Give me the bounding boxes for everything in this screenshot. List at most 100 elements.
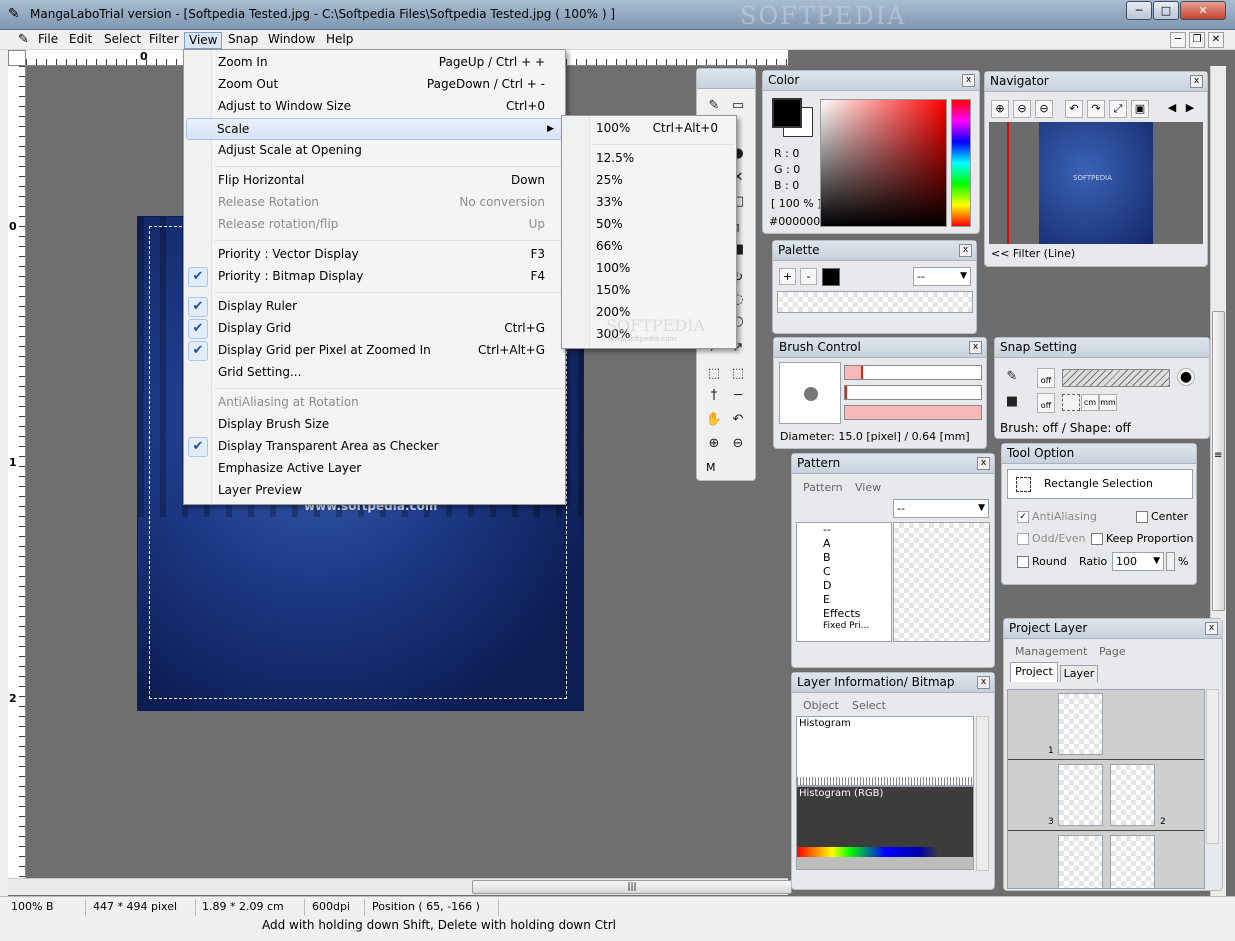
hand-tool-icon[interactable]: ✋ [705,411,723,429]
snap-brush-off-toggle[interactable]: off [1037,368,1055,388]
menu-item-adjust-scale-opening[interactable]: Adjust Scale at Opening [186,140,563,162]
nav-fit-icon[interactable]: ⤢ [1109,100,1127,118]
menu-select[interactable]: Select [100,32,145,49]
menu-item-zoom-out[interactable]: Zoom Out PageDown / Ctrl + - [186,74,563,96]
antialiasing-checkbox[interactable]: ✓ [1017,511,1029,523]
palette-swatch-area[interactable] [777,291,973,313]
nav-zoom-in-icon[interactable]: ⊕ [991,100,1009,118]
snap-mode-buttons[interactable] [1062,369,1170,387]
pattern-tab-view[interactable]: View [855,481,881,494]
layer-info-tab-object[interactable]: Object [803,699,839,712]
menu-item-scale[interactable]: Scale ▶ [186,118,563,140]
dropper-tool-icon[interactable]: † [705,387,723,405]
nav-prev-icon[interactable]: ◀ [1163,100,1181,118]
scale-item-33[interactable]: 33% [564,192,734,214]
menu-view[interactable]: View [184,32,223,49]
menu-item-display-grid-pixel[interactable]: ✔ Display Grid per Pixel at Zoomed In Ctrl… [186,340,563,362]
hue-slider[interactable] [951,99,971,227]
select-tool-icon[interactable]: ⬚ [705,365,723,383]
layer-info-close-icon[interactable]: x [977,676,990,689]
menu-item-zoom-in[interactable]: Zoom In PageUp / Ctrl + + [186,52,563,74]
brush-slider-2[interactable] [844,385,982,400]
scale-item-100[interactable]: 100% [564,258,734,280]
palette-current-swatch[interactable] [822,268,840,286]
menu-item-release-rotation[interactable]: Release Rotation No conversion [186,192,563,214]
nav-zoom-reset-icon[interactable]: ⊖ [1035,100,1053,118]
menu-item-display-brush-size[interactable]: Display Brush Size [186,414,563,436]
mdi-close-button[interactable]: ✕ [1208,32,1224,48]
page-row[interactable] [1008,832,1204,888]
tree-item[interactable]: Effects [823,607,860,620]
color-panel-close-icon[interactable]: x [962,74,975,87]
scale-item-150[interactable]: 150% [564,280,734,302]
close-button[interactable]: ✕ [1180,1,1226,20]
zoom-in-tool-icon[interactable]: ⊕ [705,435,723,453]
nav-preview-icon[interactable]: ▣ [1131,100,1149,118]
pattern-select[interactable]: -- ▼ [893,499,989,518]
center-checkbox[interactable] [1136,511,1148,523]
page-row[interactable]: 1 [1008,690,1204,760]
scale-item-100-default[interactable]: 100% Ctrl+Alt+0 [564,118,734,140]
tree-item[interactable]: B [823,551,831,564]
page-list[interactable]: 1 3 2 [1007,689,1205,889]
scale-item-12-5[interactable]: 12.5% [564,148,734,170]
tab-project[interactable]: Project [1010,662,1058,682]
odd-even-checkbox[interactable] [1017,533,1029,545]
menu-window[interactable]: Window [264,32,319,49]
project-layer-close-icon[interactable]: x [1205,622,1218,635]
menu-help[interactable]: Help [322,32,357,49]
tree-item[interactable]: E [823,593,830,606]
palette-remove-button[interactable]: - [800,268,817,285]
measure-tool-icon[interactable]: ─ [729,387,747,405]
nav-rotate-left-icon[interactable]: ↶ [1065,100,1083,118]
snap-mm-button[interactable]: mm [1099,394,1117,411]
palette-add-button[interactable]: + [779,268,796,285]
foreground-color-swatch[interactable] [772,98,802,128]
scale-item-66[interactable]: 66% [564,236,734,258]
nav-next-icon[interactable]: ▶ [1181,100,1199,118]
menu-file[interactable]: File [34,32,62,49]
navigator-viewport[interactable]: SOFTPEDIA [989,122,1203,244]
brush-slider-1[interactable] [844,365,982,380]
tree-item[interactable]: D [823,579,831,592]
snap-circle-button[interactable]: ● [1177,368,1195,386]
layer-info-tab-select[interactable]: Select [852,699,886,712]
keep-proportion-checkbox[interactable] [1091,533,1103,545]
saturation-value-field[interactable] [820,99,947,227]
tab-layer[interactable]: Layer [1060,665,1098,682]
pattern-close-icon[interactable]: x [977,457,990,470]
layer-info-scrollbar[interactable] [976,716,989,871]
tree-item[interactable]: -- [823,523,831,536]
page-row[interactable]: 3 2 [1008,761,1204,831]
tree-item[interactable]: Fixed Pri... [823,621,869,631]
menu-edit[interactable]: Edit [65,32,96,49]
tree-item[interactable]: A [823,537,831,550]
pattern-tab-pattern[interactable]: Pattern [803,481,843,494]
menu-item-layer-preview[interactable]: Layer Preview [186,480,563,502]
brush-slider-3[interactable] [844,405,982,420]
menu-item-grid-setting[interactable]: Grid Setting... [186,362,563,384]
snap-shape-off-toggle[interactable]: off [1037,393,1055,413]
menu-item-display-ruler[interactable]: ✔ Display Ruler [186,296,563,318]
menu-item-emphasize-active-layer[interactable]: Emphasize Active Layer [186,458,563,480]
select2-tool-icon[interactable]: ⬚ [729,365,747,383]
menu-filter[interactable]: Filter [145,32,183,49]
menu-snap[interactable]: Snap [224,32,262,49]
snap-grid-button[interactable] [1062,394,1080,411]
ratio-spinner[interactable] [1166,552,1175,571]
rotate-view-tool-icon[interactable]: ↶ [729,411,747,429]
menu-item-display-transparent-checker[interactable]: ✔ Display Transparent Area as Checker [186,436,563,458]
scale-item-25[interactable]: 25% [564,170,734,192]
mdi-restore-button[interactable]: ❐ [1189,32,1205,48]
scale-item-50[interactable]: 50% [564,214,734,236]
menu-item-adjust-window[interactable]: Adjust to Window Size Ctrl+0 [186,96,563,118]
palette-select[interactable]: -- ▼ [913,267,971,286]
nav-zoom-out-icon[interactable]: ⊖ [1013,100,1031,118]
snap-cm-button[interactable]: cm [1081,394,1099,411]
vertical-ruler[interactable]: 0 1 2 [8,66,26,878]
menu-item-antialiasing-rotation[interactable]: AntiAliasing at Rotation [186,392,563,414]
round-checkbox[interactable] [1017,556,1029,568]
pattern-tree[interactable]: -- A B C D E Effects Fixed Pri... [796,522,892,642]
zoom-out-tool-icon[interactable]: ⊖ [729,435,747,453]
navigator-filter-label[interactable]: << Filter (Line) [991,247,1075,260]
